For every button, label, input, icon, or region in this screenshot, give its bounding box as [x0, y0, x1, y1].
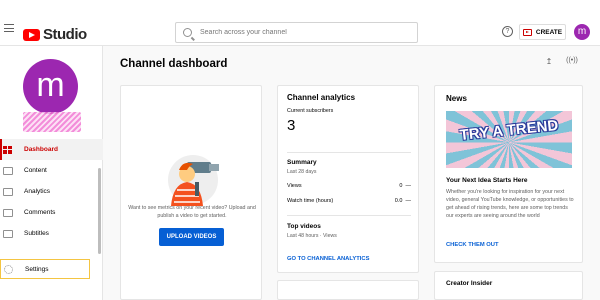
search-icon — [183, 28, 192, 37]
page-title: Channel dashboard — [120, 58, 228, 70]
divider — [287, 152, 411, 153]
subtitles-icon — [3, 229, 13, 238]
sidebar-item-label: Analytics — [24, 188, 51, 195]
go-live-icon[interactable]: ((•)) — [565, 57, 579, 67]
dashboard-icon — [3, 145, 13, 154]
card-title: Channel analytics — [287, 93, 356, 102]
menu-icon[interactable] — [4, 24, 14, 32]
sidebar-item-comments[interactable]: Comments — [0, 202, 103, 223]
sidebar-item-settings[interactable]: Settings — [0, 259, 90, 279]
channel-name-redacted — [23, 112, 81, 132]
card-title: Creator Insider — [446, 280, 493, 287]
sidebar-item-dashboard[interactable]: Dashboard — [0, 139, 103, 160]
news-headline: Your Next Idea Starts Here — [446, 177, 528, 184]
divider — [287, 215, 411, 216]
upload-prompt-text: Want to see metrics on your recent video… — [128, 205, 256, 219]
channel-avatar[interactable]: m — [23, 59, 78, 114]
create-video-icon — [522, 28, 532, 36]
top-videos-title: Top videos — [287, 223, 321, 230]
create-label: CREATE — [535, 28, 563, 36]
metric-value: 0 — — [399, 183, 411, 189]
sidebar-scrollbar[interactable] — [98, 168, 101, 254]
analytics-icon — [3, 187, 13, 196]
youtube-play-icon — [23, 28, 40, 41]
metric-row-views: Views 0 — — [287, 183, 411, 189]
secondary-card — [277, 280, 419, 300]
sidebar-item-analytics[interactable]: Analytics — [0, 181, 103, 202]
search-input[interactable] — [200, 29, 400, 36]
account-avatar[interactable]: m — [574, 24, 590, 40]
help-icon[interactable]: ? — [502, 26, 513, 37]
card-title: News — [446, 94, 467, 103]
sidebar-item-content[interactable]: Content — [0, 160, 103, 181]
search-box[interactable] — [175, 22, 418, 43]
summary-period: Last 28 days — [287, 169, 317, 175]
subscribers-label: Current subscribers — [287, 108, 334, 114]
camera-person-illustration — [168, 155, 219, 206]
creator-insider-card: Creator Insider — [434, 271, 583, 300]
channel-analytics-card: Channel analytics Current subscribers 3 … — [277, 85, 419, 273]
create-button[interactable]: CREATE — [519, 24, 566, 40]
sidebar-item-subtitles[interactable]: Subtitles — [0, 223, 103, 244]
studio-logo[interactable]: Studio — [23, 26, 87, 43]
top-bar: Studio ? CREATE m — [0, 0, 600, 46]
metric-value: 0.0 — — [394, 198, 411, 204]
sidebar-item-label: Subtitles — [24, 230, 49, 237]
metric-label: Views — [287, 183, 302, 189]
metric-row-watch-time: Watch time (hours) 0.0 — — [287, 198, 411, 204]
top-videos-period: Last 48 hours · Views — [287, 233, 337, 239]
metric-label: Watch time (hours) — [287, 198, 334, 204]
go-to-analytics-link[interactable]: GO TO CHANNEL ANALYTICS — [287, 256, 369, 262]
sidebar-nav: Dashboard Content Analytics Comments Sub… — [0, 139, 103, 244]
content-icon — [3, 166, 13, 175]
news-body: Whether you're looking for inspiration f… — [446, 189, 574, 219]
gear-icon — [4, 264, 13, 274]
settings-label: Settings — [25, 265, 49, 273]
check-them-out-link[interactable]: CHECK THEM OUT — [446, 242, 499, 248]
comments-icon — [3, 208, 13, 217]
sidebar-item-label: Comments — [24, 209, 56, 216]
news-card: News TRY A TREND Your Next Idea Starts H… — [434, 85, 583, 263]
logo-text: Studio — [43, 26, 87, 43]
upload-icon[interactable]: ↥ — [544, 57, 554, 67]
summary-title: Summary — [287, 159, 317, 166]
subscribers-count: 3 — [287, 117, 296, 134]
upload-videos-button[interactable]: UPLOAD VIDEOS — [159, 228, 224, 246]
sidebar-item-label: Dashboard — [24, 146, 58, 153]
upload-card: Want to see metrics on your recent video… — [120, 85, 262, 300]
banner-text: TRY A TREND — [458, 116, 560, 145]
sidebar-item-label: Content — [24, 167, 47, 174]
news-banner-image[interactable]: TRY A TREND — [446, 111, 572, 168]
